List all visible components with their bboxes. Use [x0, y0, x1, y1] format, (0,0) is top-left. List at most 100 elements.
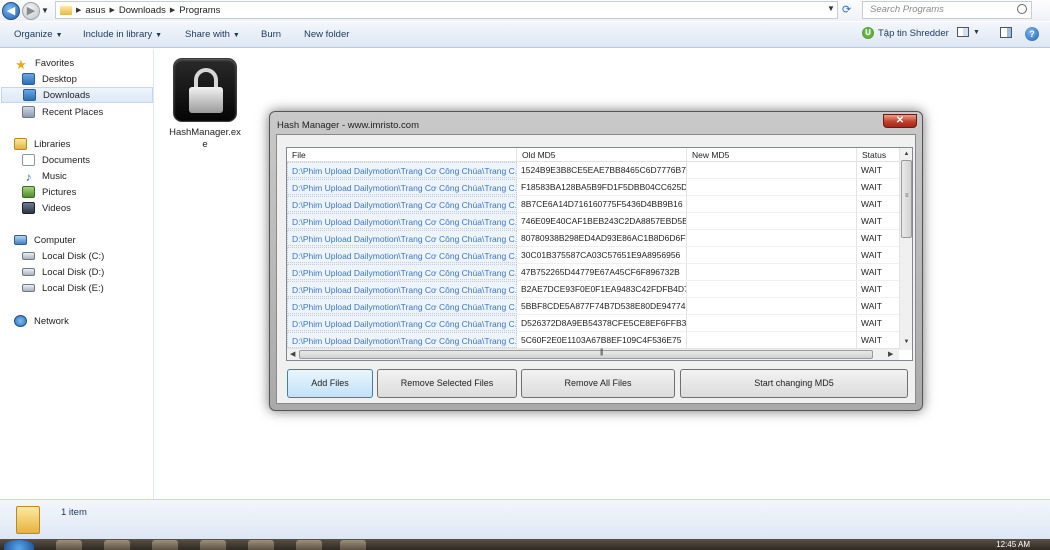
nav-pictures[interactable]: Pictures	[22, 184, 76, 200]
cell-old-md5[interactable]: B2AE7DCE93F0E0F1EA9483C42FDFB4D7	[517, 281, 687, 297]
add-files-button[interactable]: Add Files	[287, 369, 373, 398]
cell-file[interactable]: D:\Phim Upload Dailymotion\Trang Cơ Công…	[287, 281, 517, 297]
scroll-thumb[interactable]: ≡	[901, 160, 912, 238]
cell-old-md5[interactable]: D526372D8A9EB54378CFE5CE8EF6FFB3	[517, 315, 687, 331]
scroll-down-icon[interactable]: ▼	[900, 336, 912, 348]
column-header-file[interactable]: File	[287, 148, 517, 161]
scroll-right-icon[interactable]: ▶	[888, 349, 893, 360]
cell-file[interactable]: D:\Phim Upload Dailymotion\Trang Cơ Công…	[287, 162, 517, 178]
burn-button[interactable]: Burn	[261, 29, 281, 40]
cell-status[interactable]: WAIT	[857, 213, 901, 229]
start-changing-md5-button[interactable]: Start changing MD5	[680, 369, 908, 398]
address-field[interactable]: ▶ asus ▶ Downloads ▶ Programs	[55, 1, 838, 19]
cell-status[interactable]: WAIT	[857, 264, 901, 280]
vertical-scrollbar[interactable]: ▲ ≡ ▼	[899, 148, 912, 350]
cell-old-md5[interactable]: 5C60F2E0E1103A67B8EF109C4F536E75	[517, 332, 687, 348]
scroll-thumb[interactable]: |||	[299, 349, 873, 359]
breadcrumb-downloads[interactable]: Downloads	[119, 5, 166, 16]
view-options[interactable]: ▼	[957, 27, 980, 37]
preview-pane-button[interactable]	[1000, 27, 1012, 38]
cell-new-md5[interactable]	[687, 264, 857, 280]
taskbar-app-button[interactable]	[296, 540, 322, 550]
new-folder-button[interactable]: New folder	[304, 29, 349, 40]
remove-selected-files-button[interactable]: Remove Selected Files	[377, 369, 517, 398]
file-name-label[interactable]: HashManager.exe	[169, 127, 241, 151]
cell-status[interactable]: WAIT	[857, 162, 901, 178]
include-in-library-button[interactable]: Include in library ▼	[83, 29, 162, 40]
cell-status[interactable]: WAIT	[857, 230, 901, 246]
cell-file[interactable]: D:\Phim Upload Dailymotion\Trang Cơ Công…	[287, 264, 517, 280]
nav-documents[interactable]: Documents	[22, 152, 90, 168]
nav-network[interactable]: Network	[14, 313, 69, 329]
cell-new-md5[interactable]	[687, 213, 857, 229]
scroll-left-icon[interactable]: ◀	[290, 349, 295, 360]
table-row[interactable]: D:\Phim Upload Dailymotion\Trang Cơ Công…	[287, 315, 901, 332]
table-row[interactable]: D:\Phim Upload Dailymotion\Trang Cơ Công…	[287, 179, 901, 196]
back-button[interactable]: ◀	[2, 1, 20, 20]
change-view-icon[interactable]	[957, 27, 969, 37]
clock[interactable]: 12:45 AM	[996, 540, 1030, 549]
close-button[interactable]: ✕	[883, 114, 917, 128]
taskbar-app-button[interactable]	[200, 540, 226, 550]
cell-file[interactable]: D:\Phim Upload Dailymotion\Trang Cơ Công…	[287, 298, 517, 314]
nav-music[interactable]: ♪ Music	[22, 168, 67, 184]
cell-status[interactable]: WAIT	[857, 196, 901, 212]
cell-file[interactable]: D:\Phim Upload Dailymotion\Trang Cơ Công…	[287, 196, 517, 212]
cell-status[interactable]: WAIT	[857, 332, 901, 348]
table-row[interactable]: D:\Phim Upload Dailymotion\Trang Cơ Công…	[287, 332, 901, 349]
table-row[interactable]: D:\Phim Upload Dailymotion\Trang Cơ Công…	[287, 230, 901, 247]
taskbar-app-button[interactable]	[152, 540, 178, 550]
nav-downloads[interactable]: Downloads	[1, 87, 153, 103]
nav-desktop[interactable]: Desktop	[22, 71, 77, 87]
cell-file[interactable]: D:\Phim Upload Dailymotion\Trang Cơ Công…	[287, 247, 517, 263]
breadcrumb-asus[interactable]: asus	[85, 5, 105, 16]
cell-file[interactable]: D:\Phim Upload Dailymotion\Trang Cơ Công…	[287, 213, 517, 229]
scroll-up-icon[interactable]: ▲	[900, 148, 912, 160]
table-row[interactable]: D:\Phim Upload Dailymotion\Trang Cơ Công…	[287, 162, 901, 179]
cell-old-md5[interactable]: 746E09E40CAF1BEB243C2DA8857EBD5B	[517, 213, 687, 229]
taskbar-app-button[interactable]	[56, 540, 82, 550]
search-icon[interactable]	[1017, 4, 1027, 14]
cell-file[interactable]: D:\Phim Upload Dailymotion\Trang Cơ Công…	[287, 179, 517, 195]
cell-new-md5[interactable]	[687, 179, 857, 195]
help-button[interactable]: ?	[1025, 27, 1039, 41]
refresh-icon[interactable]: ⟳	[842, 3, 856, 17]
address-dropdown-icon[interactable]: ▼	[827, 4, 835, 13]
cell-old-md5[interactable]: 8B7CE6A14D716160775F5436D4BB9B16	[517, 196, 687, 212]
taskbar-app-button[interactable]	[340, 540, 366, 550]
cell-new-md5[interactable]	[687, 298, 857, 314]
chevron-right-icon[interactable]: ▶	[170, 6, 175, 14]
cell-old-md5[interactable]: 30C01B375587CA03C57651E9A8956956	[517, 247, 687, 263]
horizontal-scrollbar[interactable]: ◀ ||| ▶	[287, 348, 899, 360]
cell-status[interactable]: WAIT	[857, 298, 901, 314]
table-row[interactable]: D:\Phim Upload Dailymotion\Trang Cơ Công…	[287, 264, 901, 281]
cell-new-md5[interactable]	[687, 315, 857, 331]
chevron-right-icon[interactable]: ▶	[76, 6, 81, 14]
start-button[interactable]	[4, 540, 34, 550]
file-hash-table[interactable]: File Old MD5 New MD5 Status D:\Phim Uplo…	[286, 147, 913, 361]
table-row[interactable]: D:\Phim Upload Dailymotion\Trang Cơ Công…	[287, 196, 901, 213]
cell-status[interactable]: WAIT	[857, 179, 901, 195]
cell-status[interactable]: WAIT	[857, 281, 901, 297]
cell-new-md5[interactable]	[687, 196, 857, 212]
nav-disk-e[interactable]: Local Disk (E:)	[22, 280, 104, 296]
recent-pages-dropdown[interactable]: ▼	[41, 6, 51, 15]
table-row[interactable]: D:\Phim Upload Dailymotion\Trang Cơ Công…	[287, 247, 901, 264]
cell-old-md5[interactable]: 5BBF8CDE5A877F74B7D538E80DE94774	[517, 298, 687, 314]
taskbar-app-button[interactable]	[104, 540, 130, 550]
chevron-down-icon[interactable]: ▼	[973, 29, 980, 36]
nav-libraries[interactable]: Libraries	[14, 136, 70, 152]
table-row[interactable]: D:\Phim Upload Dailymotion\Trang Cơ Công…	[287, 298, 901, 315]
column-header-new-md5[interactable]: New MD5	[687, 148, 857, 161]
table-row[interactable]: D:\Phim Upload Dailymotion\Trang Cơ Công…	[287, 213, 901, 230]
organize-button[interactable]: Organize ▼	[14, 29, 63, 40]
cell-file[interactable]: D:\Phim Upload Dailymotion\Trang Cơ Công…	[287, 230, 517, 246]
nav-computer[interactable]: Computer	[14, 232, 76, 248]
cell-new-md5[interactable]	[687, 230, 857, 246]
forward-button[interactable]: ▶	[22, 1, 40, 20]
search-input[interactable]: Search Programs	[862, 1, 1032, 19]
cell-file[interactable]: D:\Phim Upload Dailymotion\Trang Cơ Công…	[287, 315, 517, 331]
chevron-right-icon[interactable]: ▶	[109, 6, 114, 14]
lock-icon[interactable]	[173, 58, 237, 122]
column-header-old-md5[interactable]: Old MD5	[517, 148, 687, 161]
